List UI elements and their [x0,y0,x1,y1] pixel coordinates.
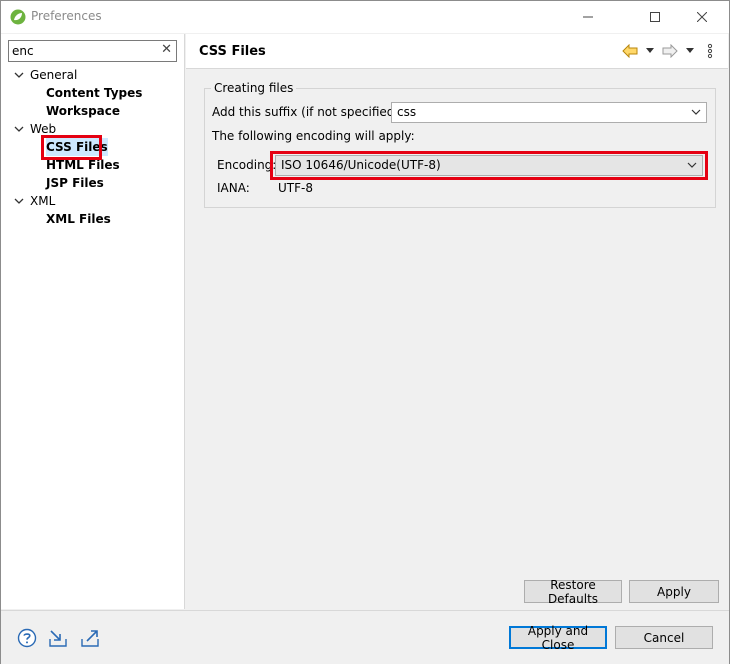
chevron-down-icon [14,72,24,78]
chevron-down-icon [14,198,24,204]
window-title: Preferences [31,9,102,23]
tree-item-web[interactable]: Web [1,120,184,138]
back-arrow-icon[interactable] [622,43,638,59]
restore-defaults-button[interactable]: Restore Defaults [524,578,622,606]
view-menu-icon[interactable] [702,43,718,59]
tree-item-workspace[interactable]: Workspace [46,102,120,120]
tree-item-jsp-files[interactable]: JSP Files [46,174,104,192]
apply-button[interactable]: Apply [629,580,719,603]
tree-item-content-types[interactable]: Content Types [46,84,142,102]
iana-label: IANA: [217,181,250,195]
page-header: CSS Files [186,34,728,69]
clear-filter-icon[interactable]: ✕ [161,42,172,57]
suffix-label: Add this suffix (if not specified): [212,105,404,119]
apply-and-close-button[interactable]: Apply and Close [509,624,607,652]
tree-item-label: XML Files [46,212,111,226]
encoding-label: Encoding: [217,158,277,172]
dialog-button-bar: Apply and Close Cancel [1,610,729,664]
forward-menu-chevron-icon[interactable] [682,43,698,59]
minimize-icon [583,16,593,18]
creating-files-group: Creating files Add this suffix (if not s… [204,81,716,208]
chevron-down-icon [14,126,24,132]
group-label: Creating files [211,81,297,95]
iana-value: UTF-8 [278,181,313,195]
close-button[interactable] [679,1,725,33]
maximize-icon [650,12,660,22]
tree-item-label: General [30,68,78,82]
tree-item-label: Workspace [46,104,121,118]
tree-item-label: CSS Files [46,140,108,154]
tree-item-label: XML [30,194,56,208]
import-icon[interactable] [48,628,68,648]
tree-item-label: Content Types [46,86,143,100]
suffix-value: css [397,105,417,119]
chevron-down-icon [691,109,701,115]
chevron-down-icon [687,162,697,168]
back-menu-chevron-icon[interactable] [642,43,658,59]
spring-leaf-icon [10,9,26,25]
suffix-dropdown[interactable]: css [391,102,707,123]
preferences-window: Preferences ✕ General Content Types [0,0,730,664]
preference-page: CSS Files Creating files Add this suffix… [186,34,728,609]
tree-item-label: Web [30,122,57,136]
tree-item-css-files[interactable]: CSS Files [46,138,108,156]
encoding-value: ISO 10646/Unicode(UTF-8) [281,158,441,172]
minimize-button[interactable] [565,1,611,33]
filter-field[interactable]: ✕ [8,40,177,62]
tree-item-xml-files[interactable]: XML Files [46,210,111,228]
title-bar: Preferences [1,1,729,33]
filter-input[interactable] [12,43,152,58]
tree-item-label: JSP Files [46,176,104,190]
export-icon[interactable] [80,628,100,648]
page-navigation [622,42,718,60]
maximize-button[interactable] [632,1,678,33]
encoding-dropdown[interactable]: ISO 10646/Unicode(UTF-8) [275,155,703,176]
help-icon[interactable] [17,628,37,648]
close-icon [697,12,707,22]
encoding-note: The following encoding will apply: [212,129,415,143]
tree-item-html-files[interactable]: HTML Files [46,156,120,174]
page-title: CSS Files [199,44,266,59]
tree-item-general[interactable]: General [1,66,184,84]
forward-arrow-icon[interactable] [662,43,678,59]
cancel-button[interactable]: Cancel [615,626,713,649]
tree-item-label: HTML Files [46,158,120,172]
tree-item-xml[interactable]: XML [1,192,184,210]
preference-tree-pane: ✕ General Content Types Workspace Web CS… [1,34,185,609]
